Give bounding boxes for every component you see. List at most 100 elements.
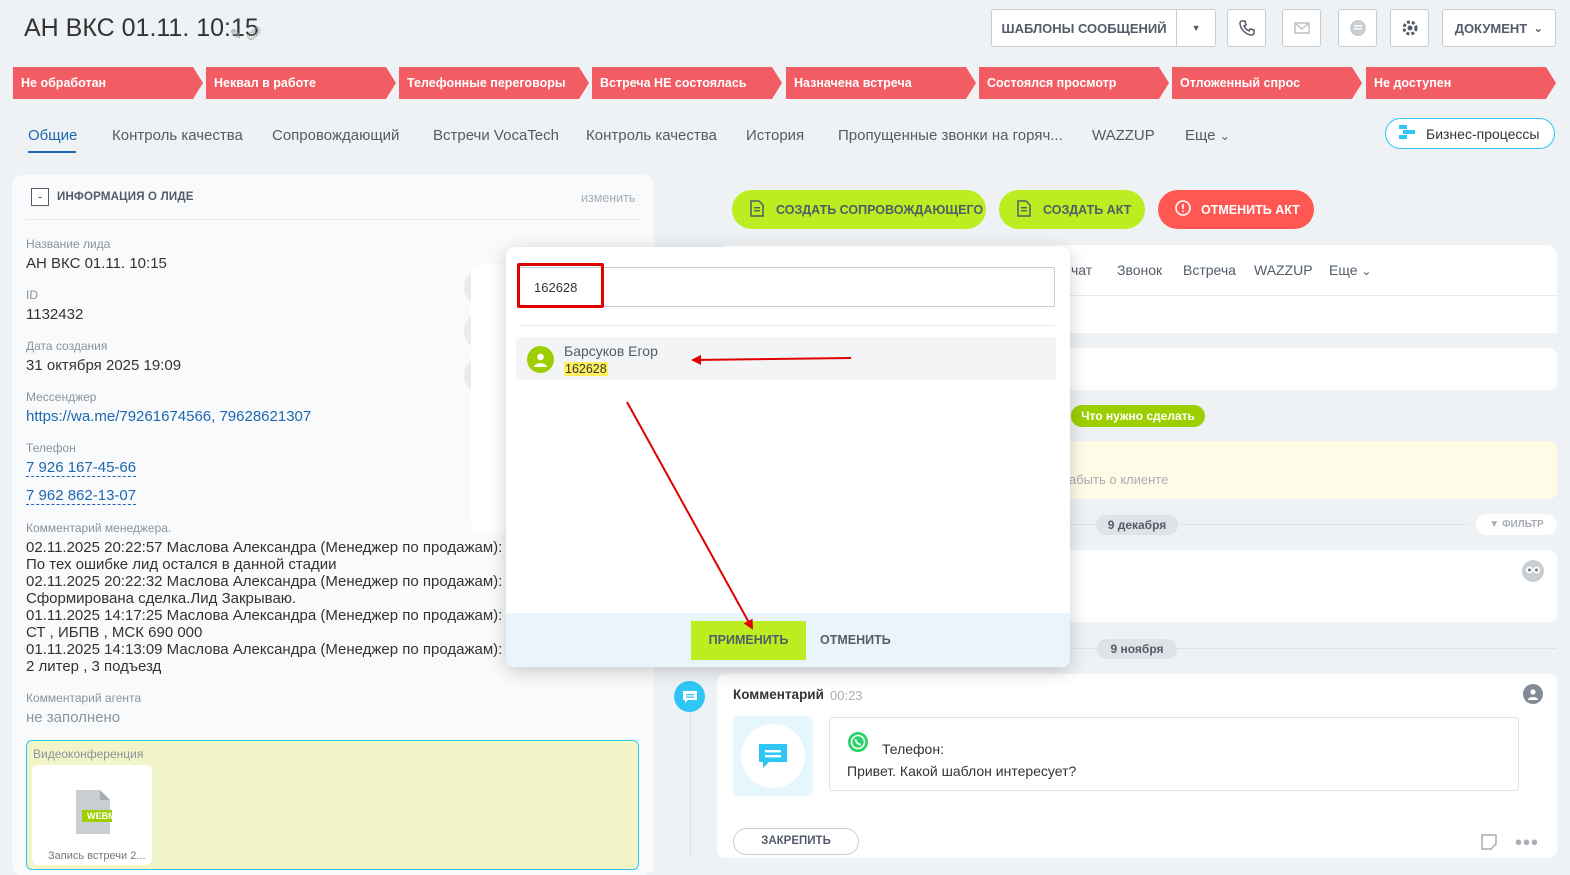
- user-avatar-icon: [527, 346, 554, 373]
- stage-item[interactable]: Отложенный спрос: [1172, 67, 1362, 99]
- tab-quality-control[interactable]: Контроль качества: [112, 127, 243, 144]
- comment-line: Сформирована сделка.Лид Закрываю.: [26, 590, 297, 607]
- filter-icon: ▼: [1489, 519, 1500, 530]
- tab-general[interactable]: Общие: [28, 127, 77, 144]
- collapse-button[interactable]: -: [31, 188, 49, 206]
- lead-name-value: АН ВКС 01.11. 10:15: [26, 255, 167, 272]
- business-processes-button[interactable]: Бизнес-процессы: [1385, 118, 1555, 149]
- manager-comment: 02.11.2025 20:22:57 Маслова Александра (…: [26, 539, 506, 675]
- field-label: Комментарий менеджера.: [26, 521, 172, 535]
- video-conference-label: Видеоконференция: [33, 747, 144, 761]
- more-icon[interactable]: •••: [1515, 832, 1539, 855]
- field-label: Телефон: [26, 441, 76, 455]
- cancel-act-button[interactable]: ОТМЕНИТЬ АКТ: [1158, 190, 1314, 229]
- field-label: ID: [26, 288, 38, 302]
- divider: [26, 219, 639, 220]
- stage-item[interactable]: Состоялся просмотр: [979, 67, 1169, 99]
- document-button[interactable]: ДОКУМЕНТ ⌄: [1442, 9, 1556, 47]
- tab-missed-calls[interactable]: Пропущенные звонки на горяч...: [838, 127, 1063, 144]
- phone-icon[interactable]: [1227, 9, 1266, 47]
- document-label: ДОКУМЕНТ: [1454, 20, 1528, 36]
- activity-tab-call[interactable]: Звонок: [1117, 262, 1162, 278]
- chevron-down-icon: ⌄: [1219, 129, 1230, 143]
- divider: [519, 325, 1055, 326]
- filter-button[interactable]: ▼ ФИЛЬТР: [1476, 514, 1557, 535]
- comment-line: 01.11.2025 14:17:25 Маслова Александра (…: [26, 607, 503, 624]
- page-title: АН ВКС 01.11. 10:15: [24, 14, 259, 42]
- document-icon: [1017, 199, 1031, 220]
- cancel-button[interactable]: ОТМЕНИТЬ: [820, 633, 891, 647]
- timeline-card: [1060, 348, 1557, 390]
- pencil-icon[interactable]: ✎: [230, 26, 242, 43]
- chat-icon[interactable]: [1338, 9, 1377, 47]
- document-icon: [750, 199, 764, 220]
- timeline-line: [690, 700, 691, 858]
- create-act-label: СОЗДАТЬ АКТ: [1043, 202, 1132, 217]
- stage-item[interactable]: Встреча НЕ состоялась: [592, 67, 782, 99]
- stage-item[interactable]: Не доступен: [1366, 67, 1556, 99]
- tab-history[interactable]: История: [746, 127, 804, 144]
- field-label: Дата создания: [26, 339, 108, 353]
- comment-time: 00:23: [830, 688, 863, 703]
- cancel-act-label: ОТМЕНИТЬ АКТ: [1201, 202, 1300, 217]
- gear-icon[interactable]: [1390, 9, 1429, 47]
- lead-id-value: 1132432: [26, 306, 84, 323]
- agent-comment-value: не заполнено: [26, 709, 121, 726]
- comment-line: 2 литер , 3 подъезд: [26, 658, 162, 675]
- message-templates-label: ШАБЛОНЫ СООБЩЕНИЙ: [1001, 20, 1167, 36]
- message-templates-button[interactable]: ШАБЛОНЫ СООБЩЕНИЙ ▼: [991, 9, 1216, 47]
- owl-icon: [1522, 560, 1544, 582]
- todo-card[interactable]: [1060, 441, 1557, 499]
- activity-tab-more-label: Еще: [1329, 262, 1358, 278]
- timeline-card: [1060, 550, 1557, 622]
- comment-title: Комментарий: [733, 687, 824, 702]
- chevron-down-icon: ⌄: [1533, 21, 1544, 35]
- activity-tab-meeting[interactable]: Встреча: [1183, 262, 1236, 278]
- link-icon[interactable]: 🔗︎: [246, 26, 263, 42]
- stage-item[interactable]: Неквал в работе: [206, 67, 396, 99]
- chevron-down-icon: ⌄: [1361, 264, 1372, 278]
- result-id: 162628: [564, 362, 608, 376]
- webm-badge: WEBM: [87, 811, 116, 821]
- annotation-highlight-box: [517, 263, 604, 308]
- user-icon[interactable]: [1523, 684, 1543, 704]
- tab-vocatech-meetings[interactable]: Встречи VocaTech: [433, 127, 559, 144]
- tab-wazzup[interactable]: WAZZUP: [1092, 127, 1155, 144]
- side-card: [471, 265, 511, 533]
- note-icon[interactable]: [1481, 834, 1497, 855]
- pin-button[interactable]: ЗАКРЕПИТЬ: [733, 828, 859, 855]
- messenger-link[interactable]: https://wa.me/79261674566, 79628621307: [26, 408, 311, 425]
- whatsapp-icon: [847, 731, 869, 753]
- create-companion-label: СОЗДАТЬ СОПРОВОЖДАЮЩЕГО: [776, 202, 984, 217]
- stage-item[interactable]: Телефонные переговоры: [399, 67, 589, 99]
- chevron-down-icon[interactable]: ▼: [1177, 23, 1215, 33]
- field-label: Комментарий агента: [26, 691, 142, 705]
- business-processes-label: Бизнес-процессы: [1426, 125, 1540, 142]
- phone-link-1[interactable]: 7 926 167-45-66: [26, 459, 137, 477]
- alert-icon: [1175, 200, 1191, 219]
- stage-bar: Не обработан Неквал в работе Телефонные …: [13, 67, 1556, 99]
- tab-quality-control-2[interactable]: Контроль качества: [586, 127, 717, 144]
- stage-item[interactable]: Назначена встреча: [786, 67, 976, 99]
- phone-link-2[interactable]: 7 962 862-13-07: [26, 487, 137, 505]
- mail-icon[interactable]: [1282, 9, 1321, 47]
- activity-tab-wazzup[interactable]: WAZZUP: [1254, 262, 1313, 278]
- apply-button[interactable]: ПРИМЕНИТЬ: [691, 621, 806, 660]
- edit-link[interactable]: изменить: [581, 191, 635, 205]
- created-date-value: 31 октября 2025 19:09: [26, 357, 182, 374]
- todo-badge: Что нужно сделать: [1071, 405, 1205, 427]
- activity-tab-more[interactable]: Еще ⌄: [1329, 262, 1371, 278]
- comment-line: 02.11.2025 20:22:57 Маслова Александра (…: [26, 539, 503, 556]
- comment-line: 01.11.2025 14:13:09 Маслова Александра (…: [26, 641, 503, 658]
- create-companion-button[interactable]: СОЗДАТЬ СОПРОВОЖДАЮЩЕГО: [732, 190, 986, 229]
- video-file-name: Запись встречи 2...: [48, 850, 146, 862]
- date-pill: 9 ноября: [1097, 639, 1177, 659]
- activity-tab-chat[interactable]: чат: [1071, 262, 1092, 278]
- date-pill: 9 декабря: [1096, 515, 1178, 535]
- tab-more[interactable]: Еще ⌄: [1185, 127, 1230, 144]
- field-label: Мессенджер: [26, 390, 97, 404]
- create-act-button[interactable]: СОЗДАТЬ АКТ: [999, 190, 1145, 229]
- tab-companion[interactable]: Сопровождающий: [272, 127, 399, 144]
- result-name: Барсуков Егор: [564, 343, 658, 359]
- stage-item[interactable]: Не обработан: [13, 67, 203, 99]
